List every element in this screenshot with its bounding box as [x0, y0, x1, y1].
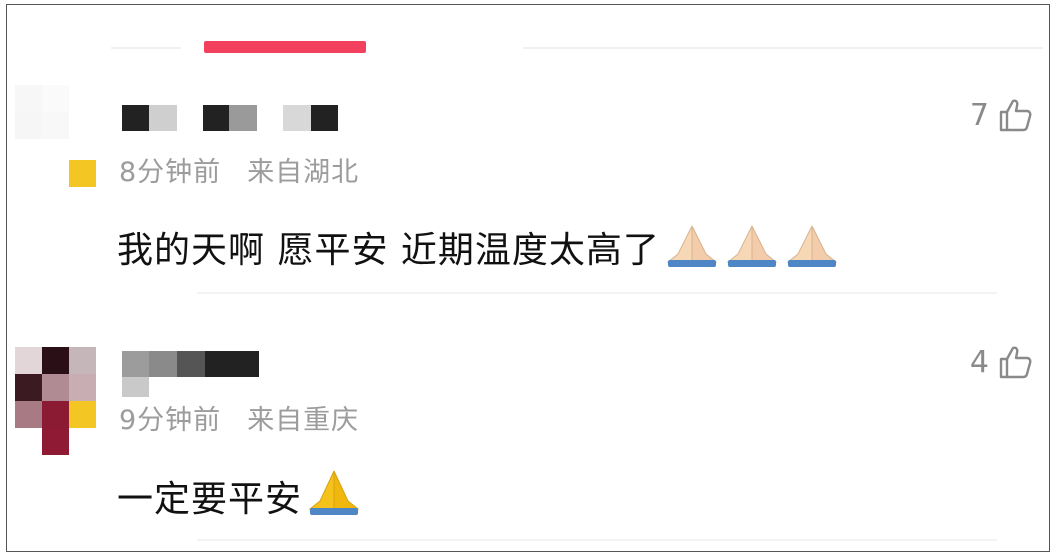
folded-hands-emoji — [664, 222, 720, 277]
comment-location: 来自重庆 — [247, 405, 360, 436]
comment-time: 8分钟前 — [119, 157, 222, 188]
top-divider-right — [523, 47, 1043, 49]
like-button[interactable]: 7 — [970, 97, 1033, 133]
comment-text: 一定要平安 — [117, 467, 362, 526]
tab-indicator — [204, 41, 366, 53]
comment-meta: 9分钟前 来自重庆 — [119, 398, 359, 437]
comment-text: 我的天啊 愿平安 近期温度太高了 — [117, 221, 840, 277]
top-divider-left — [111, 47, 181, 49]
avatar[interactable] — [15, 85, 97, 195]
thumbs-up-outline-icon — [999, 99, 1032, 132]
avatar[interactable] — [15, 347, 97, 457]
bottom-divider — [197, 539, 997, 541]
comment-divider — [197, 292, 997, 294]
comment-text-content: 一定要平安 — [117, 479, 303, 520]
thumbs-up-outline-icon — [999, 346, 1032, 379]
like-count: 4 — [969, 344, 989, 380]
folded-hands-emoji — [306, 467, 362, 526]
folded-hands-emoji — [784, 222, 840, 277]
like-count: 7 — [969, 97, 989, 133]
like-button[interactable]: 4 — [970, 344, 1033, 380]
comment-location: 来自湖北 — [247, 157, 360, 188]
comment-time: 9分钟前 — [119, 405, 222, 436]
comment-meta: 8分钟前 来自湖北 — [119, 150, 359, 189]
comment-text-content: 我的天啊 愿平安 近期温度太高了 — [117, 230, 660, 271]
folded-hands-emoji — [724, 222, 780, 277]
screenshot-frame: 8分钟前 来自湖北 7 我的天啊 愿平安 近期温度太高了 9分钟前 来自重庆 4… — [6, 4, 1050, 552]
